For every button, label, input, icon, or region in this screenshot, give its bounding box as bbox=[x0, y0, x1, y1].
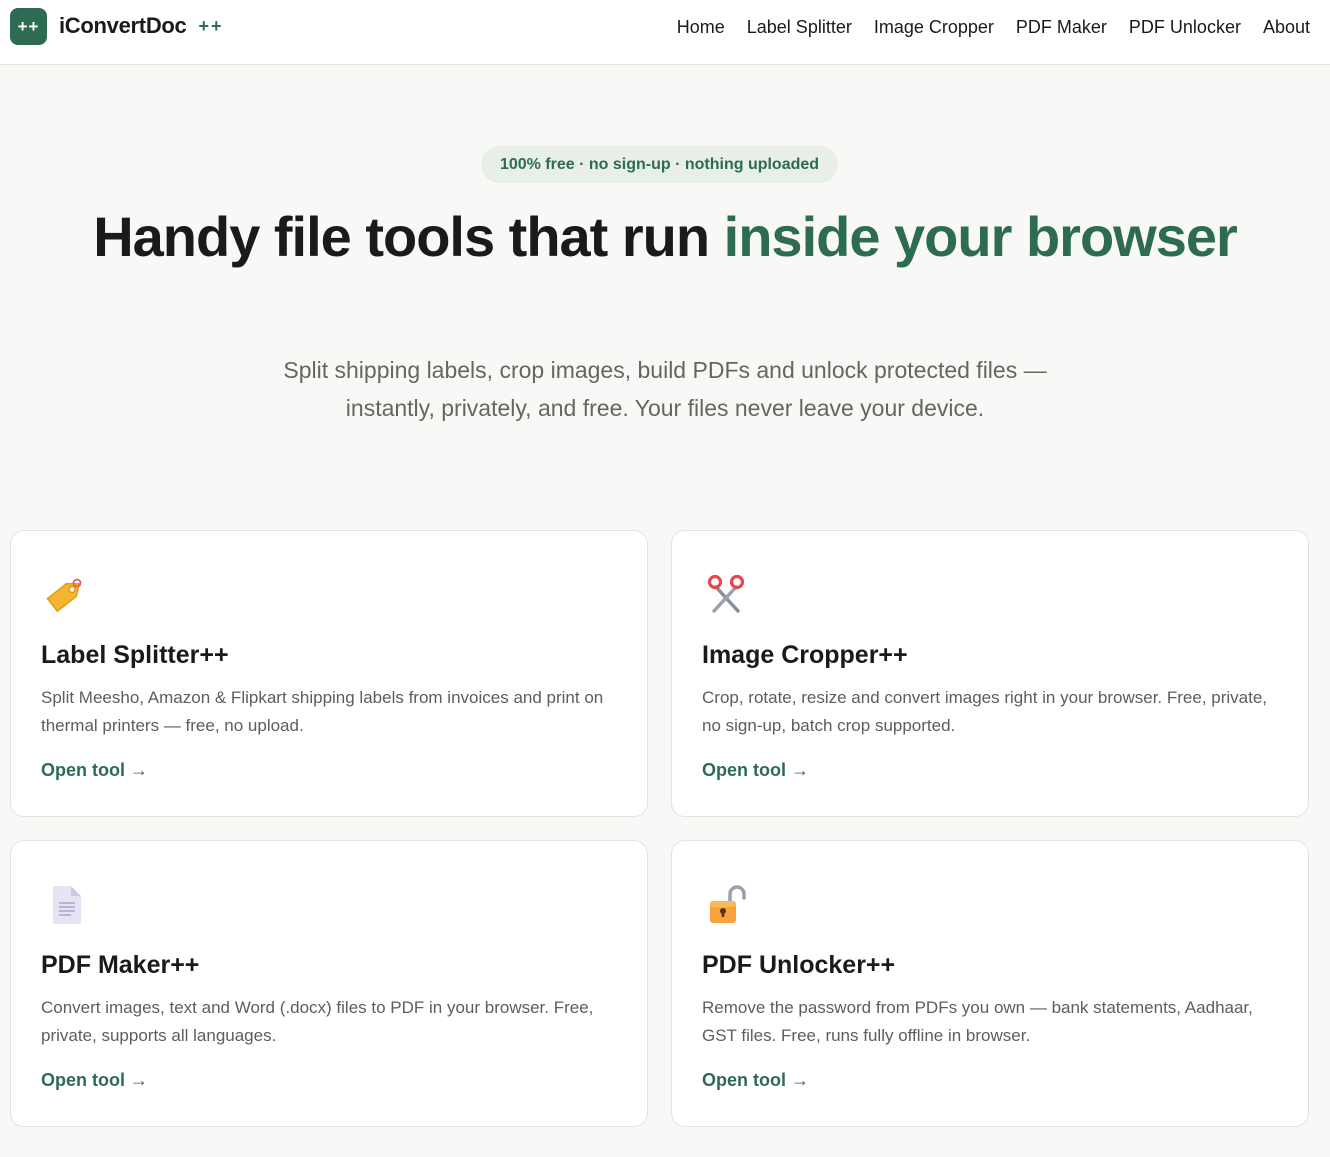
open-tool-link[interactable]: Open tool → bbox=[702, 760, 809, 781]
tool-title: PDF Maker++ bbox=[41, 951, 200, 979]
tool-description: Remove the password from PDFs you own — … bbox=[702, 998, 1253, 1045]
hero-subtitle: Split shipping labels, crop images, buil… bbox=[283, 357, 1047, 421]
tool-description: Convert images, text and Word (.docx) fi… bbox=[41, 998, 594, 1045]
tool-card-label-splitter[interactable]: Label Splitter++ Split Meesho, Amazon & … bbox=[10, 530, 648, 817]
nav-link-pdf-maker[interactable]: PDF Maker bbox=[1016, 17, 1107, 38]
logo-icon[interactable]: ++ bbox=[10, 8, 47, 45]
nav-link-home[interactable]: Home bbox=[677, 17, 725, 38]
brand-suffix: ++ bbox=[198, 15, 224, 36]
nav-link-label-splitter[interactable]: Label Splitter bbox=[747, 17, 852, 38]
hero-title-highlight: inside your browser bbox=[723, 205, 1238, 268]
main-nav: Home Label Splitter Image Cropper PDF Ma… bbox=[677, 14, 1310, 40]
top-navigation-bar: ++ iConvertDoc ++ Home Label Splitter Im… bbox=[0, 0, 1330, 65]
tool-title: PDF Unlocker++ bbox=[702, 951, 896, 979]
tool-card-pdf-maker[interactable]: PDF Maker++ Convert images, text and Wor… bbox=[10, 840, 648, 1127]
hero-badge: 100% free · no sign-up · nothing uploade… bbox=[481, 146, 838, 183]
tool-title: Label Splitter++ bbox=[41, 641, 229, 669]
tool-card-pdf-unlocker[interactable]: PDF Unlocker++ Remove the password from … bbox=[671, 840, 1309, 1127]
tool-title: Image Cropper++ bbox=[702, 641, 908, 669]
hero-title: Handy file tools that run inside your br… bbox=[0, 206, 1330, 268]
open-tool-link[interactable]: Open tool → bbox=[41, 760, 148, 781]
document-icon bbox=[41, 881, 89, 929]
brand[interactable]: iConvertDoc ++ bbox=[59, 11, 224, 41]
tool-card-image-cropper[interactable]: Image Cropper++ Crop, rotate, resize and… bbox=[671, 530, 1309, 817]
nav-link-pdf-unlocker[interactable]: PDF Unlocker bbox=[1129, 17, 1241, 38]
open-tool-link[interactable]: Open tool → bbox=[702, 1070, 809, 1091]
scissors-icon bbox=[702, 571, 750, 619]
tool-description: Split Meesho, Amazon & Flipkart shipping… bbox=[41, 688, 604, 735]
brand-name[interactable]: iConvertDoc bbox=[59, 13, 187, 39]
open-tool-link[interactable]: Open tool → bbox=[41, 1070, 148, 1091]
hero-title-plain: Handy file tools that run bbox=[93, 205, 724, 268]
nav-link-image-cropper[interactable]: Image Cropper bbox=[874, 17, 994, 38]
tag-icon bbox=[41, 571, 89, 619]
tool-description: Crop, rotate, resize and convert images … bbox=[702, 688, 1268, 735]
unlock-icon bbox=[702, 881, 750, 929]
nav-link-about[interactable]: About bbox=[1263, 17, 1310, 38]
